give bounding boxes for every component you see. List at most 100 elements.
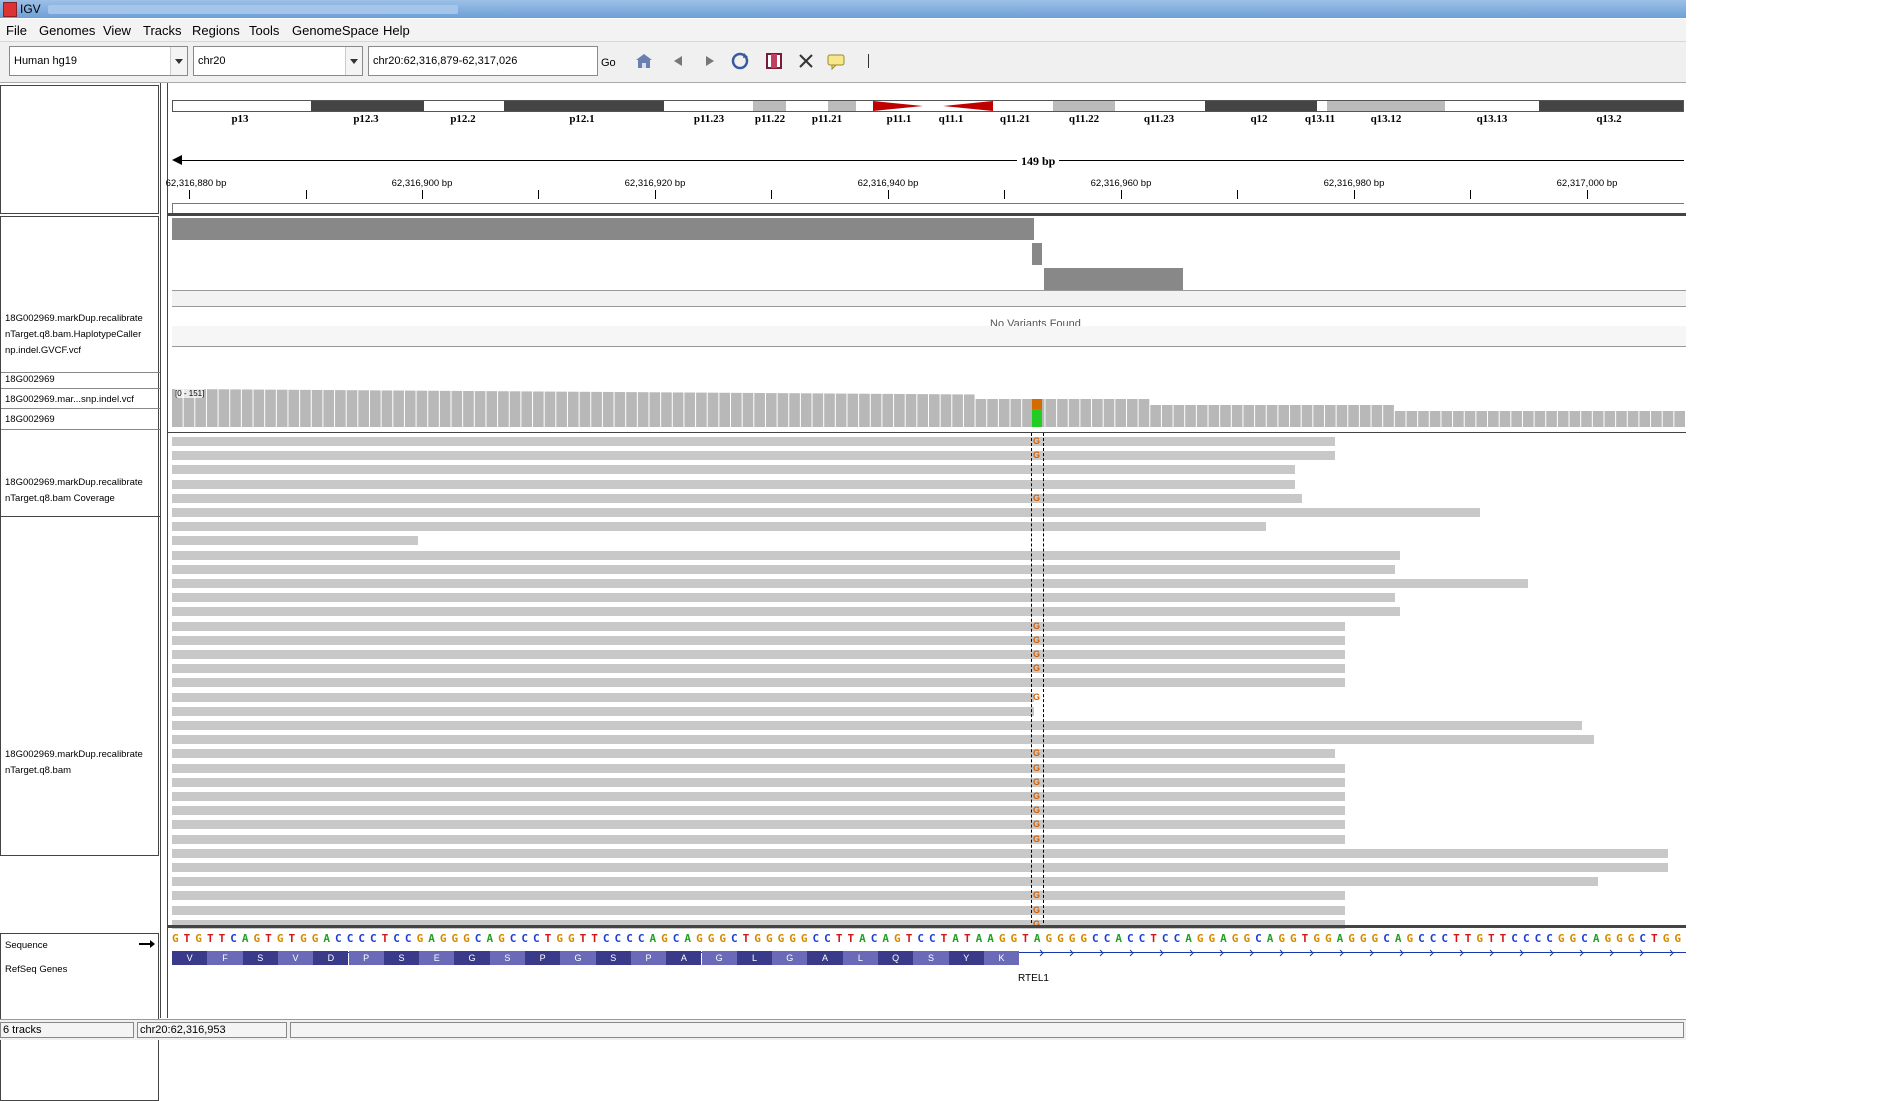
- coverage-bar[interactable]: [1161, 405, 1173, 427]
- panel-divider[interactable]: [160, 83, 168, 1018]
- mismatch-base[interactable]: G: [1033, 905, 1040, 915]
- coverage-bar[interactable]: [1441, 411, 1453, 427]
- coverage-bar[interactable]: [1313, 405, 1324, 427]
- go-button[interactable]: Go: [601, 57, 616, 69]
- coverage-bar[interactable]: [1383, 405, 1394, 427]
- coverage-bar[interactable]: [206, 389, 218, 427]
- coverage-bar[interactable]: [463, 391, 474, 427]
- mismatch-base[interactable]: G: [1033, 650, 1040, 659]
- coverage-bar[interactable]: [824, 393, 835, 427]
- coverage-bar[interactable]: [509, 391, 521, 427]
- coverage-bar[interactable]: [952, 394, 963, 427]
- coverage-bar[interactable]: [626, 392, 637, 427]
- aligned-read[interactable]: [172, 437, 1335, 446]
- coverage-bar[interactable]: [1115, 399, 1126, 427]
- aligned-read[interactable]: [172, 820, 1345, 830]
- roi-icon[interactable]: [764, 51, 784, 71]
- gvcf-sample-row[interactable]: [172, 290, 1686, 307]
- aligned-read[interactable]: [172, 792, 1345, 801]
- coverage-bar[interactable]: [1592, 411, 1604, 427]
- aligned-read[interactable]: [172, 522, 1266, 532]
- coverage-bar[interactable]: [1359, 405, 1371, 427]
- menu-help[interactable]: Help: [383, 23, 410, 38]
- aligned-read[interactable]: [172, 550, 1400, 560]
- coverage-bar[interactable]: [1243, 405, 1255, 427]
- bam-track-name[interactable]: 18G002969.markDup.recalibrate: [5, 747, 143, 763]
- aligned-read[interactable]: [172, 678, 1345, 688]
- coverage-bar[interactable]: [544, 391, 556, 427]
- coverage-bar[interactable]: [1255, 405, 1266, 427]
- aligned-read[interactable]: [172, 493, 1302, 503]
- coverage-bar[interactable]: [1278, 405, 1290, 427]
- coverage-bar[interactable]: [521, 391, 533, 427]
- aligned-read[interactable]: [172, 664, 1345, 674]
- coverage-bar[interactable]: [684, 392, 696, 427]
- coverage-bar[interactable]: [1290, 405, 1301, 427]
- ruler-icon[interactable]: [868, 54, 869, 68]
- coverage-bar[interactable]: [800, 393, 812, 427]
- coverage-bar[interactable]: [1371, 405, 1383, 427]
- chromosome-ideogram[interactable]: [172, 100, 1684, 112]
- coverage-bar[interactable]: [335, 390, 346, 427]
- gvcf-track-name-3[interactable]: np.indel.GVCF.vcf: [5, 343, 81, 359]
- strand-arrow-icon[interactable]: [139, 939, 155, 949]
- menu-view[interactable]: View: [103, 23, 131, 38]
- coverage-bar[interactable]: [1103, 399, 1115, 427]
- coverage-bar[interactable]: [1092, 399, 1103, 427]
- coverage-bar[interactable]: [1476, 411, 1488, 427]
- gvcf-track-name-2[interactable]: nTarget.q8.bam.HaplotypeCaller: [5, 327, 141, 343]
- mismatch-base[interactable]: G: [1033, 664, 1040, 673]
- coverage-bar[interactable]: [381, 390, 393, 427]
- mismatch-base[interactable]: G: [1033, 806, 1040, 815]
- coverage-bar[interactable]: [742, 392, 754, 427]
- coverage-bar[interactable]: [1616, 411, 1627, 427]
- vcf-sample-name[interactable]: 18G002969: [5, 412, 55, 428]
- coverage-bar[interactable]: [253, 389, 265, 427]
- coverage-bar[interactable]: [1546, 411, 1557, 427]
- coverage-bar[interactable]: [1068, 399, 1080, 427]
- coverage-track-name[interactable]: 18G002969.markDup.recalibrate: [5, 475, 143, 491]
- coverage-bar[interactable]: [1138, 399, 1150, 427]
- coverage-bar[interactable]: [1336, 405, 1348, 427]
- coverage-bar[interactable]: [1651, 411, 1662, 427]
- coverage-bar[interactable]: [265, 389, 276, 427]
- aligned-read[interactable]: [172, 749, 1335, 759]
- coverage-bar[interactable]: [1010, 399, 1022, 427]
- menu-file[interactable]: File: [6, 23, 27, 38]
- aligned-read[interactable]: [172, 593, 1395, 603]
- menu-tools[interactable]: Tools: [249, 23, 279, 38]
- forward-icon[interactable]: [700, 51, 720, 71]
- coverage-bar[interactable]: [987, 399, 998, 427]
- coverage-bar[interactable]: [765, 393, 777, 427]
- vcf-sample-row[interactable]: [172, 326, 1686, 347]
- coverage-bar[interactable]: [731, 392, 742, 427]
- aligned-read[interactable]: [172, 905, 1345, 915]
- coverage-bar[interactable]: [812, 393, 824, 427]
- coverage-bar[interactable]: [1406, 411, 1418, 427]
- popup-info-icon[interactable]: [826, 51, 846, 71]
- aligned-read[interactable]: [172, 834, 1345, 844]
- aligned-read[interactable]: [172, 650, 1345, 659]
- coverage-bar[interactable]: [649, 392, 661, 427]
- coverage-bar[interactable]: [1557, 411, 1569, 427]
- coverage-bar[interactable]: [1150, 405, 1161, 427]
- coverage-bar[interactable]: [1581, 411, 1592, 427]
- coverage-bar[interactable]: [241, 389, 253, 427]
- coverage-bar[interactable]: [719, 392, 731, 427]
- coverage-bar[interactable]: [975, 399, 987, 427]
- coverage-bar[interactable]: [1499, 411, 1511, 427]
- gvcf-sample-name[interactable]: 18G002969: [5, 372, 55, 388]
- mismatch-base[interactable]: G: [1033, 820, 1040, 829]
- vcf-track-name[interactable]: 18G002969.mar...snp.indel.vcf: [5, 392, 134, 408]
- coverage-bar[interactable]: [1511, 411, 1522, 427]
- mismatch-base[interactable]: G: [1033, 834, 1040, 844]
- aligned-read[interactable]: [172, 763, 1345, 773]
- mismatch-base[interactable]: G: [1033, 621, 1040, 631]
- coverage-allele-a[interactable]: [1032, 409, 1042, 427]
- mismatch-base[interactable]: G: [1033, 763, 1040, 773]
- coverage-bar[interactable]: [696, 392, 707, 427]
- coverage-bar[interactable]: [1231, 405, 1243, 427]
- coverage-bar[interactable]: [288, 389, 300, 427]
- genome-select[interactable]: Human hg19: [9, 46, 188, 76]
- coverage-bar[interactable]: [579, 391, 591, 427]
